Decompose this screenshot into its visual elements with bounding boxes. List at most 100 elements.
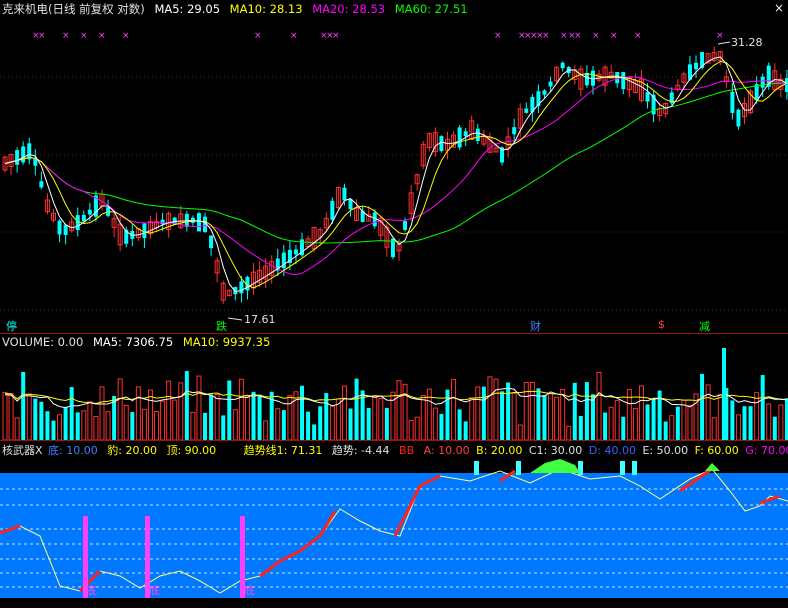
volume-bar-down (542, 394, 547, 440)
volume-bar-up (705, 384, 711, 440)
volume-bar-down (675, 406, 680, 440)
volume-bar-down (184, 371, 189, 440)
volume-bar-up (608, 406, 614, 440)
candle-body-down (209, 235, 214, 249)
candle-body-down (754, 84, 759, 101)
volume-bar-down (75, 412, 80, 440)
volume-bar-down (584, 382, 589, 440)
volume-bar-up (408, 420, 414, 440)
volume-bar-down (748, 406, 753, 440)
volume-bar-down (33, 398, 38, 440)
candle-body-down (463, 131, 468, 137)
volume-bar-up (548, 393, 554, 440)
top-signal-marker: × (254, 31, 262, 41)
volume-bar-up (402, 383, 408, 440)
volume-pane[interactable]: VOLUME: 0.00 MA5: 7306.75 MA10: 9937.35 (0, 333, 788, 440)
volume-bar-up (105, 411, 111, 440)
candle-body-down (87, 209, 92, 215)
volume-bar-down (209, 394, 214, 440)
candle-body-down (730, 91, 735, 113)
ma10-line (4, 60, 788, 289)
volume-bar-up (681, 399, 687, 440)
candle-body-down (439, 136, 444, 152)
high-price-label: 31.28 (731, 36, 763, 49)
candle-body-down (63, 224, 68, 235)
top-signal-marker: × (542, 31, 550, 41)
indicator-chart[interactable] (0, 441, 788, 608)
volume-bar-up (26, 393, 32, 440)
volume-bar-down (300, 385, 305, 440)
low-price-label: 17.61 (244, 313, 276, 326)
volume-bar-down (651, 399, 656, 440)
volume-bar-up (238, 378, 244, 440)
signal-badge-stop: 停 (6, 320, 17, 333)
price-chart-pane[interactable]: × × × × × × × × × × × × × × × × × × × × × × × × 克来机电(日线 前复权 对数)… (0, 0, 788, 333)
volume-bar-up (432, 407, 438, 440)
close-icon[interactable]: × (774, 1, 784, 15)
indicator-e-label: E: 50.00 (642, 444, 689, 457)
top-signal-marker: × (592, 31, 600, 41)
volume-bar-up (141, 408, 147, 440)
volume-bar-up (566, 425, 572, 440)
volume-bar-up (687, 404, 693, 440)
indicator-header: 核武器X 底: 10.00 豹: 20.00 顶: 90.00 趋势线1: 71… (2, 442, 788, 458)
volume-bar-up (190, 411, 196, 440)
candle-body-down (457, 127, 462, 148)
top-signal-marker: × (610, 31, 618, 41)
volume-bar-up (378, 397, 384, 440)
volume-bar-up (451, 378, 457, 440)
candle-body-down (542, 90, 547, 95)
ma10-label: MA10: 28.13 (229, 2, 303, 16)
volume-bar-up (117, 378, 123, 440)
volume-bar-up (275, 408, 281, 440)
volume-bar-up (493, 378, 499, 440)
volume-peak-bar (722, 348, 726, 440)
volume-bar-up (420, 395, 426, 440)
volume-bar-up (329, 405, 335, 440)
indicator-d-label: D: 40.00 (588, 444, 636, 457)
volume-bar-up (123, 404, 129, 440)
volume-bar-up (99, 386, 105, 440)
volume-bar-down (384, 407, 389, 440)
volume-chart[interactable] (0, 334, 788, 440)
volume-bar-down (506, 382, 511, 440)
volume-bar-up (717, 394, 723, 440)
volume-bar-up (293, 391, 299, 440)
signal-badge-dollar: $ (658, 318, 665, 331)
volume-bar-up (154, 410, 160, 440)
candle-body-down (372, 212, 377, 227)
volume-bar-down (306, 411, 311, 440)
top-signal-marker: × (332, 31, 340, 41)
volume-bar-down (318, 406, 323, 440)
candle-body-down (475, 128, 480, 141)
candle-body-down (584, 72, 589, 86)
volume-bar-down (463, 421, 468, 440)
indicator-pane[interactable]: 核武器X 底: 10.00 豹: 20.00 顶: 90.00 趋势线1: 71… (0, 440, 788, 608)
indicator-di-label: 底: 10.00 (48, 444, 98, 457)
volume-bar-down (760, 375, 765, 440)
signal-badge-fall: 跌 (216, 320, 227, 333)
volume-bar-down (39, 401, 44, 440)
volume-bar-down (445, 389, 450, 440)
indicator-signal-2: 底 (149, 584, 160, 597)
top-signal-marker: × (290, 31, 298, 41)
candlestick-chart[interactable]: ×× × × × × × × ××× × ××××× × ×× × × × × (0, 0, 788, 333)
candle-body-down (348, 199, 353, 210)
indicator-bb-label: BB (399, 444, 415, 457)
volume-bar-down (257, 394, 262, 440)
candle-body-down (293, 249, 298, 255)
ma20-label: MA20: 28.53 (312, 2, 386, 16)
candle-body-down (548, 81, 553, 87)
candle-body-down (15, 150, 20, 165)
volume-bar-down (645, 404, 650, 440)
volume-bar-up (166, 380, 172, 440)
volume-bar-up (511, 392, 517, 440)
candle-body-down (524, 108, 529, 113)
indicator-signal-1: 底 (86, 584, 97, 597)
top-signal-marker: × (634, 31, 642, 41)
volume-bar-up (669, 415, 675, 440)
top-signal-marker: × (716, 31, 724, 41)
volume-bar-down (130, 412, 135, 440)
ma60-label: MA60: 27.51 (394, 2, 468, 16)
volume-bar-up (8, 393, 14, 440)
